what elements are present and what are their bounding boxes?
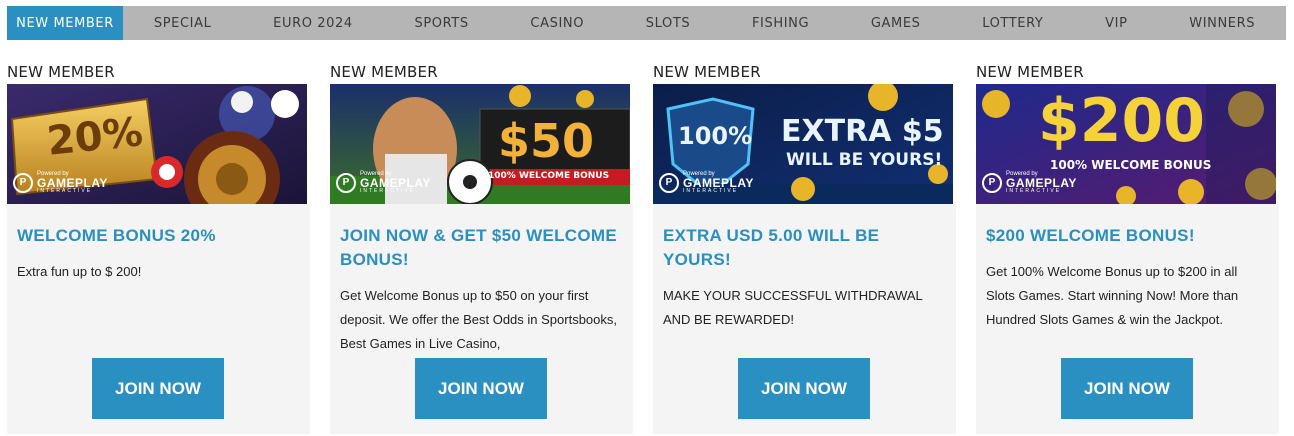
tab-fishing[interactable]: FISHING xyxy=(721,6,840,40)
promo-description: MAKE YOUR SUCCESSFUL WITHDRAWAL AND BE R… xyxy=(663,288,923,327)
promo-banner-image[interactable]: 20% P Powered by GAMEPLAY INTERACTIVE xyxy=(7,84,307,204)
promo-card: NEW MEMBER $50 100% WELCOME BONUS P Powe xyxy=(330,62,633,434)
gameplay-logo-icon: P xyxy=(336,172,356,193)
banner-subline: 100% WELCOME BONUS xyxy=(1050,158,1212,172)
banner-subline: WILL BE YOURS! xyxy=(786,150,943,170)
join-now-button[interactable]: JOIN NOW xyxy=(738,358,870,419)
tab-lottery[interactable]: LOTTERY xyxy=(951,6,1074,40)
category-tab-bar: NEW MEMBER SPECIAL EURO 2024 SPORTS CASI… xyxy=(7,6,1286,40)
promo-description: Get Welcome Bonus up to $50 on your firs… xyxy=(340,288,618,351)
promo-description: Extra fun up to $ 200! xyxy=(17,264,142,279)
card-category: NEW MEMBER xyxy=(976,63,1084,81)
tab-winners[interactable]: WINNERS xyxy=(1158,6,1286,40)
tab-slots[interactable]: SLOTS xyxy=(615,6,721,40)
banner-badge: 100% xyxy=(678,122,753,150)
gameplay-logo: P Powered by GAMEPLAY INTERACTIVE xyxy=(13,171,108,194)
gameplay-logo: P Powered by GAMEPLAY INTERACTIVE xyxy=(336,171,431,194)
tab-sports[interactable]: SPORTS xyxy=(384,6,500,40)
banner-headline: $50 xyxy=(498,114,595,168)
promo-title: JOIN NOW & GET $50 WELCOME BONUS! xyxy=(340,226,617,269)
tab-special[interactable]: SPECIAL xyxy=(123,6,242,40)
promo-banner-image[interactable]: $200 100% WELCOME BONUS P Powered by GAM… xyxy=(976,84,1276,204)
join-now-button[interactable]: JOIN NOW xyxy=(1061,358,1193,419)
card-body: EXTRA USD 5.00 WILL BE YOURS! MAKE YOUR … xyxy=(653,204,956,434)
promo-description: Get 100% Welcome Bonus up to $200 in all… xyxy=(986,264,1239,327)
promo-title: $200 WELCOME BONUS! xyxy=(986,226,1195,245)
promo-card: NEW MEMBER $200 100% WELCOME BONUS P Pow… xyxy=(976,62,1279,434)
card-category: NEW MEMBER xyxy=(330,63,438,81)
tab-vip[interactable]: VIP xyxy=(1074,6,1158,40)
join-now-button[interactable]: JOIN NOW xyxy=(92,358,224,419)
card-body: WELCOME BONUS 20% Extra fun up to $ 200!… xyxy=(7,204,310,434)
join-now-button[interactable]: JOIN NOW xyxy=(415,358,547,419)
tab-euro-2024[interactable]: EURO 2024 xyxy=(242,6,383,40)
banner-headline: EXTRA $5 xyxy=(781,114,944,149)
card-category: NEW MEMBER xyxy=(7,63,115,81)
promo-card: NEW MEMBER 100% EXTRA $5 WILL BE YOURS! … xyxy=(653,62,956,434)
promo-title: WELCOME BONUS 20% xyxy=(17,226,216,245)
banner-headline: $200 xyxy=(1038,86,1205,156)
card-body: $200 WELCOME BONUS! Get 100% Welcome Bon… xyxy=(976,204,1279,434)
gameplay-logo: P Powered by GAMEPLAY INTERACTIVE xyxy=(659,171,754,194)
promo-card: NEW MEMBER 20% P Powered by GAMEPLAY INT… xyxy=(7,62,310,434)
card-category: NEW MEMBER xyxy=(653,63,761,81)
gameplay-logo-icon: P xyxy=(13,172,33,193)
card-body: JOIN NOW & GET $50 WELCOME BONUS! Get We… xyxy=(330,204,633,434)
gameplay-logo-icon: P xyxy=(659,172,679,193)
tab-games[interactable]: GAMES xyxy=(840,6,951,40)
promo-title: EXTRA USD 5.00 WILL BE YOURS! xyxy=(663,226,880,269)
tab-casino[interactable]: CASINO xyxy=(500,6,615,40)
banner-subline: 100% WELCOME BONUS xyxy=(488,171,610,181)
gameplay-logo-icon: P xyxy=(982,172,1002,193)
promo-banner-image[interactable]: $50 100% WELCOME BONUS P Powered by GAME… xyxy=(330,84,630,204)
tab-new-member[interactable]: NEW MEMBER xyxy=(7,6,123,40)
gameplay-logo: P Powered by GAMEPLAY INTERACTIVE xyxy=(982,171,1077,194)
promo-banner-image[interactable]: 100% EXTRA $5 WILL BE YOURS! P Powered b… xyxy=(653,84,953,204)
